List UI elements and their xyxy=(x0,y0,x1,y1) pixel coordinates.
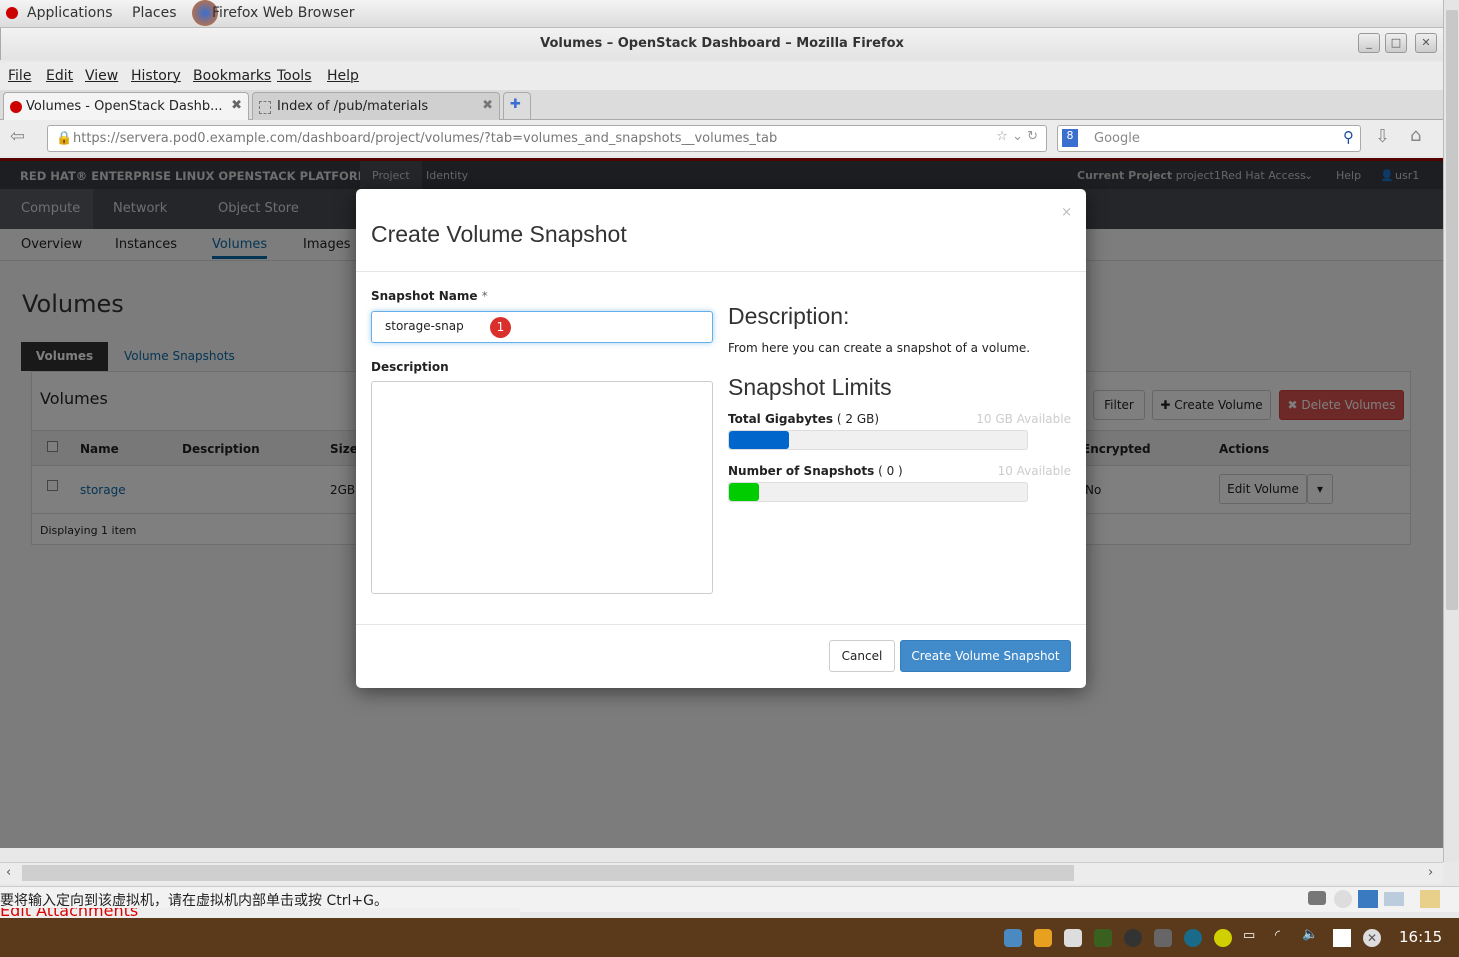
description-textarea[interactable] xyxy=(371,381,713,594)
limit-label: Total Gigabytes ( 2 GB) xyxy=(728,412,879,426)
network-icon xyxy=(1358,890,1378,908)
volume-icon[interactable]: 🔈 xyxy=(1302,927,1318,942)
menu-file[interactable]: File xyxy=(8,68,31,84)
scrollbar-thumb[interactable] xyxy=(1446,10,1458,610)
limit-label: Number of Snapshots ( 0 ) xyxy=(728,464,903,478)
url-text: https://servera.pod0.example.com/dashboa… xyxy=(73,131,778,146)
progress-fill xyxy=(729,483,759,501)
reload-icon[interactable]: ☆ ⌄ ↻ xyxy=(996,129,1038,144)
close-tab-icon[interactable]: ✖ xyxy=(231,98,242,113)
gnome-top-bar: Applications Places Firefox Web Browser xyxy=(0,0,1459,28)
progress-bar xyxy=(728,430,1028,450)
divider xyxy=(356,271,1086,272)
help-text: From here you can create a snapshot of a… xyxy=(728,341,1031,355)
qq-tray-icon[interactable] xyxy=(1034,929,1052,947)
window-title: Volumes – OpenStack Dashboard – Mozilla … xyxy=(0,28,1443,60)
required-mark: * xyxy=(481,289,488,303)
limit-available: 10 GB Available xyxy=(976,412,1071,426)
tab-strip: Volumes - OpenStack Dashb... ✖ Index of … xyxy=(0,90,1443,120)
tab-label: Volumes - OpenStack Dashb... xyxy=(26,99,223,114)
tab-label: Index of /pub/materials xyxy=(277,99,429,114)
hard-disk-icon xyxy=(1308,891,1326,905)
display-tray-icon[interactable] xyxy=(1064,929,1082,947)
menu-edit[interactable]: Edit xyxy=(46,68,73,84)
search-icon[interactable]: ⚲ xyxy=(1343,128,1354,146)
close-circle-icon[interactable]: ✕ xyxy=(1363,929,1381,947)
battery-icon[interactable]: ▭ xyxy=(1243,928,1255,943)
applications-menu[interactable]: Applications xyxy=(27,5,113,21)
limits-title: Snapshot Limits xyxy=(728,374,892,400)
snapshot-name-input[interactable]: storage-snap 1 xyxy=(371,311,713,343)
notification-icon[interactable] xyxy=(1333,929,1351,947)
vertical-scrollbar[interactable] xyxy=(1443,0,1459,862)
search-placeholder: Google xyxy=(1094,131,1140,146)
annotation-badge: 1 xyxy=(490,317,511,338)
places-menu[interactable]: Places xyxy=(132,5,177,21)
create-volume-snapshot-modal: Create Volume Snapshot × Snapshot Name *… xyxy=(356,189,1086,688)
modal-title: Create Volume Snapshot xyxy=(371,221,627,247)
new-tab-button[interactable]: ✚ xyxy=(503,92,531,120)
divider xyxy=(356,624,1086,625)
menu-bookmarks[interactable]: Bookmarks xyxy=(193,68,271,84)
search-input[interactable]: 8 Google ⚲ xyxy=(1057,125,1361,152)
maximize-button[interactable]: □ xyxy=(1385,33,1407,53)
menu-bar: File Edit View History Bookmarks Tools H… xyxy=(0,62,1443,90)
audio-app-tray-icon[interactable] xyxy=(1124,929,1142,947)
redhat-icon xyxy=(6,7,18,19)
cd-icon xyxy=(1334,890,1352,908)
network-tray-icon[interactable] xyxy=(1004,929,1022,947)
menu-help[interactable]: Help xyxy=(327,68,359,84)
menu-tools[interactable]: Tools xyxy=(277,68,312,84)
horizontal-scrollbar[interactable]: ‹ › xyxy=(0,862,1443,884)
close-tab-icon[interactable]: ✖ xyxy=(482,98,493,113)
page-icon xyxy=(259,101,271,114)
limit-used: ( 0 ) xyxy=(878,464,903,478)
progress-fill xyxy=(729,431,789,449)
home-icon[interactable]: ⌂ xyxy=(1410,125,1421,146)
limit-used: ( 2 GB) xyxy=(836,412,880,426)
google-icon[interactable]: 8 xyxy=(1062,129,1078,147)
wifi-icon[interactable]: ◜ xyxy=(1275,928,1280,943)
snapshot-name-label: Snapshot Name * xyxy=(371,289,488,303)
limit-name: Number of Snapshots xyxy=(728,464,875,478)
redhat-favicon-icon xyxy=(10,101,22,113)
url-bar[interactable]: 🔒 https://servera.pod0.example.com/dashb… xyxy=(47,125,1047,152)
create-volume-snapshot-button[interactable]: Create Volume Snapshot xyxy=(900,640,1071,672)
scrollbar-thumb[interactable] xyxy=(22,865,1074,881)
nvidia-tray-icon[interactable] xyxy=(1094,929,1112,947)
download-icon[interactable]: ⇩ xyxy=(1375,126,1390,147)
tab-index[interactable]: Index of /pub/materials ✖ xyxy=(252,92,500,120)
active-app-menu[interactable]: Firefox Web Browser xyxy=(212,5,355,21)
menu-history[interactable]: History xyxy=(131,68,181,84)
limit-name: Total Gigabytes xyxy=(728,412,834,426)
security-tray-icon[interactable] xyxy=(1214,929,1232,947)
label-text: Snapshot Name xyxy=(371,289,478,303)
minimize-button[interactable]: _ xyxy=(1358,33,1380,53)
close-modal-icon[interactable]: × xyxy=(1061,205,1072,220)
f-app-tray-icon[interactable] xyxy=(1154,929,1172,947)
cancel-button[interactable]: Cancel xyxy=(829,640,895,672)
scroll-left-icon[interactable]: ‹ xyxy=(6,865,11,880)
scroll-right-icon[interactable]: › xyxy=(1428,865,1433,880)
note-icon xyxy=(1420,890,1440,908)
clock[interactable]: 16:15 xyxy=(1399,928,1442,946)
lock-icon: 🔒 xyxy=(56,131,73,146)
camera-icon xyxy=(1384,892,1404,906)
taskbar: ▭ ◜ 🔈 ✕ 16:15 xyxy=(0,918,1459,957)
menu-view[interactable]: View xyxy=(85,68,118,84)
description-label: Description xyxy=(371,360,449,374)
limit-snapshots: Number of Snapshots ( 0 ) 10 Available xyxy=(728,464,1071,502)
limit-available: 10 Available xyxy=(997,464,1071,478)
status-message: 要将输入定向到该虚拟机，请在虚拟机内部单击或按 Ctrl+G。 xyxy=(0,893,388,909)
close-window-button[interactable]: ✕ xyxy=(1415,33,1437,53)
input-value: storage-snap xyxy=(385,319,464,333)
tab-volumes[interactable]: Volumes - OpenStack Dashb... ✖ xyxy=(3,92,249,120)
progress-bar xyxy=(728,482,1028,502)
help-title: Description: xyxy=(728,303,850,329)
limit-gigabytes: Total Gigabytes ( 2 GB) 10 GB Available xyxy=(728,412,1071,450)
back-icon[interactable]: ⇦ xyxy=(10,126,25,147)
browser-tray-icon[interactable] xyxy=(1184,929,1202,947)
